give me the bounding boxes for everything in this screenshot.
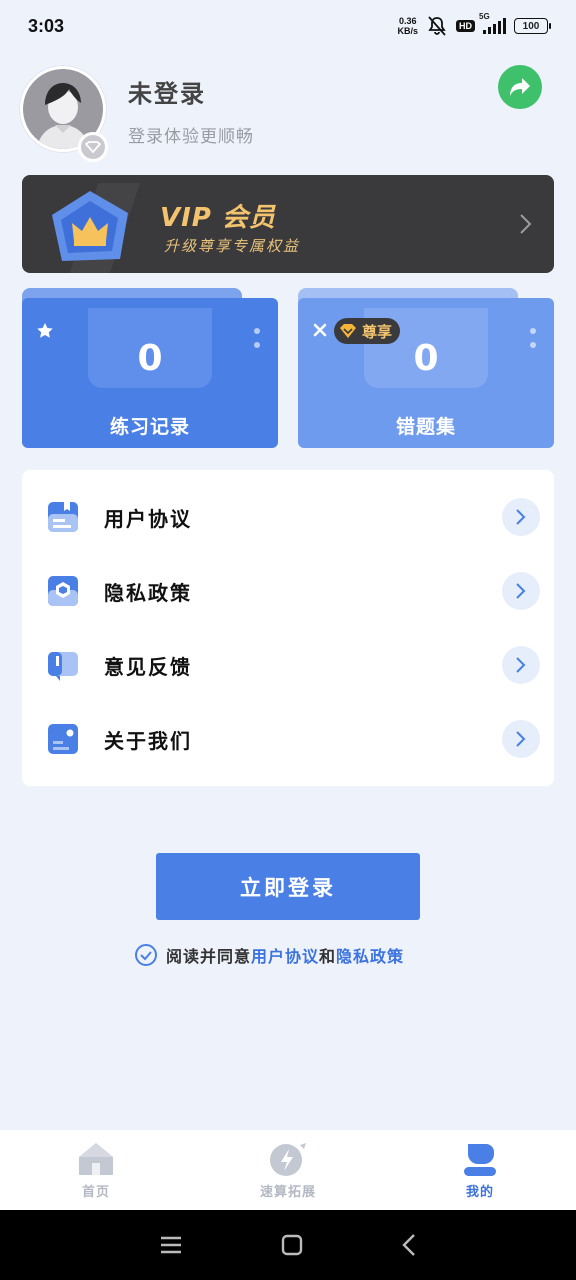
speed-calc-icon <box>270 1142 306 1176</box>
nav-item-home[interactable]: 首页 <box>0 1130 192 1210</box>
vip-title: VIP 会员 <box>160 203 276 233</box>
status-bar: 3:03 0.36 KB/s HD 5G 100 <box>0 0 576 52</box>
agree-checkbox[interactable] <box>134 943 158 967</box>
chevron-right-icon[interactable] <box>502 498 540 536</box>
battery-icon: 100 <box>514 18 551 34</box>
net-speed: 0.36 KB/s <box>397 16 418 36</box>
hd-badge: HD <box>456 20 475 32</box>
wrong-questions-card[interactable]: 尊享 0 错题集 <box>298 288 554 448</box>
practice-label: 练习记录 <box>109 416 190 438</box>
share-button[interactable] <box>498 65 542 109</box>
profile-icon <box>464 1143 496 1176</box>
practice-count: 0 <box>137 338 163 379</box>
back-icon[interactable] <box>401 1233 417 1257</box>
system-nav-bar <box>0 1210 576 1280</box>
home-square-icon[interactable] <box>281 1234 303 1256</box>
diamond-icon <box>340 324 356 338</box>
close-x-icon <box>313 323 327 337</box>
menu-item-user-agreement[interactable]: 用户协议 <box>46 480 540 554</box>
vip-crown-icon <box>52 183 140 273</box>
chevron-right-icon[interactable] <box>502 646 540 684</box>
diamond-icon <box>85 141 101 153</box>
practice-record-card[interactable]: 0 练习记录 <box>22 288 278 448</box>
status-time: 3:03 <box>28 15 65 36</box>
status-icons: 0.36 KB/s HD 5G 100 <box>397 12 551 36</box>
chevron-right-icon[interactable] <box>502 720 540 758</box>
chevron-right-icon[interactable] <box>502 572 540 610</box>
mute-icon <box>428 16 446 36</box>
login-button[interactable]: 立即登录 <box>156 853 420 920</box>
nav-item-mine[interactable]: 我的 <box>384 1130 576 1210</box>
home-icon <box>79 1142 113 1175</box>
settings-menu: 用户协议 隐私政策 意见反馈 关于我们 <box>22 470 554 786</box>
user-subtitle: 登录体验更顺畅 <box>128 127 254 147</box>
signal-icon: 5G <box>479 12 506 34</box>
wrong-count: 0 <box>413 338 439 379</box>
privacy-policy-link[interactable]: 隐私政策 <box>336 947 404 966</box>
bottom-nav: 首页 速算拓展 我的 <box>0 1130 576 1210</box>
document-icon <box>48 502 78 532</box>
menu-icon[interactable] <box>159 1235 183 1255</box>
feedback-icon <box>48 652 78 681</box>
share-icon <box>510 78 530 96</box>
user-name[interactable]: 未登录 <box>128 74 206 109</box>
menu-item-feedback[interactable]: 意见反馈 <box>46 628 540 702</box>
about-icon <box>48 724 78 754</box>
wrong-label: 错题集 <box>395 416 456 438</box>
menu-item-about-us[interactable]: 关于我们 <box>46 702 540 776</box>
user-agreement-link[interactable]: 用户协议 <box>251 947 319 966</box>
menu-item-privacy-policy[interactable]: 隐私政策 <box>46 554 540 628</box>
nav-item-speed-calc[interactable]: 速算拓展 <box>192 1130 384 1210</box>
agreement-row: 阅读并同意用户协议和隐私政策 <box>134 942 404 968</box>
privacy-icon <box>48 576 78 606</box>
avatar-vip-badge <box>78 132 108 162</box>
vip-subtitle: 升级尊享专属权益 <box>164 237 301 255</box>
chevron-right-icon <box>520 214 532 234</box>
vip-card[interactable]: VIP 会员 升级尊享专属权益 <box>22 175 554 273</box>
